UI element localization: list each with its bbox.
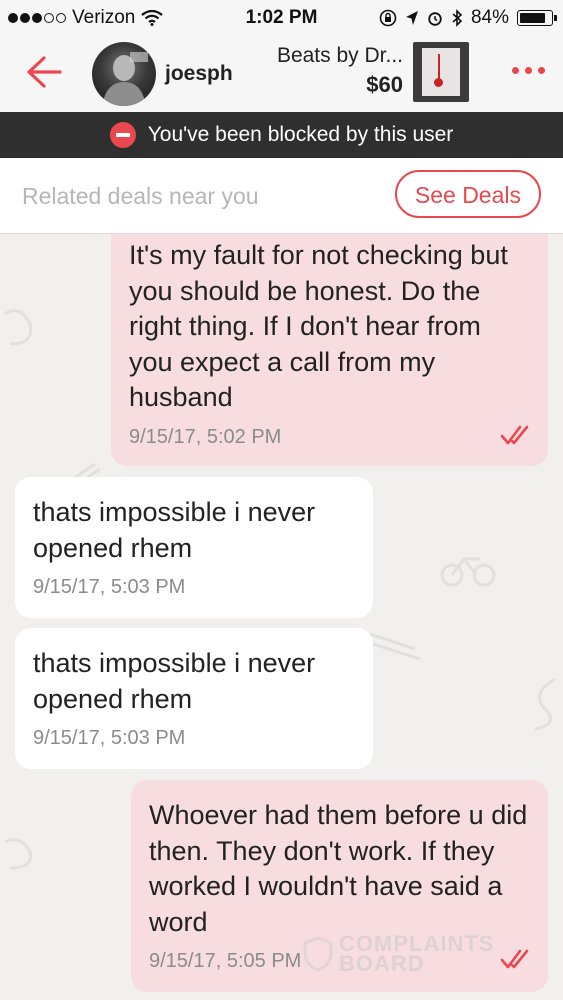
received-message[interactable]: thats impossible i never opened rhem 9/1… — [15, 477, 373, 618]
read-receipt-icon — [500, 949, 529, 969]
username[interactable]: joesph — [165, 62, 233, 86]
message-timestamp: 9/15/17, 5:03 PM — [33, 727, 186, 749]
background-doodle-icon — [4, 309, 33, 346]
location-arrow-icon — [405, 11, 418, 25]
battery-icon — [517, 10, 557, 26]
message-text: It's my fault for not checking but you s… — [129, 240, 508, 412]
more-options-icon[interactable] — [512, 67, 545, 74]
battery-percent: 84% — [470, 7, 509, 28]
message-timestamp: 9/15/17, 5:03 PM — [33, 576, 186, 598]
back-arrow-icon[interactable] — [24, 54, 64, 90]
message-list[interactable]: It's my fault for not checking but you s… — [0, 234, 563, 1000]
watermark-line2: BOARD — [339, 951, 425, 976]
bicycle-doodle-icon — [440, 556, 496, 587]
bluetooth-icon — [452, 9, 463, 27]
user-photo — [102, 52, 148, 106]
related-deals-text: Related deals near you — [22, 183, 259, 209]
see-deals-button[interactable]: See Deals — [394, 170, 541, 218]
watermark-logo: COMPLAINTS BOARD — [303, 933, 494, 976]
message-timestamp: 9/15/17, 5:05 PM — [149, 950, 302, 972]
listing-title[interactable]: Beats by Dr... — [277, 44, 403, 68]
listing-thumbnail[interactable] — [413, 42, 469, 102]
shield-icon — [303, 936, 333, 972]
alarm-icon — [428, 12, 442, 26]
received-message[interactable]: thats impossible i never opened rhem 9/1… — [15, 628, 373, 769]
listing-price: $60 — [366, 72, 403, 97]
message-text: thats impossible i never opened rhem — [33, 497, 316, 563]
blocked-banner: You've been blocked by this user — [0, 112, 563, 158]
blocked-icon — [109, 122, 136, 148]
chat-header: joesph Beats by Dr... $60 — [0, 36, 563, 112]
background-doodle-icon — [369, 632, 421, 661]
sent-message[interactable]: It's my fault for not checking but you s… — [111, 234, 548, 466]
related-deals-bar: Related deals near you See Deals — [0, 158, 563, 234]
message-timestamp: 9/15/17, 5:02 PM — [129, 425, 282, 448]
message-text: thats impossible i never opened rhem — [33, 648, 316, 714]
message-text: Whoever had them before u did then. They… — [149, 800, 528, 937]
background-doodle-icon — [4, 838, 33, 870]
read-receipt-icon — [500, 425, 529, 444]
status-bar: Verizon 1:02 PM 84% — [0, 0, 563, 36]
blocked-text: You've been blocked by this user — [147, 123, 454, 146]
orientation-lock-icon — [379, 9, 397, 27]
avatar[interactable] — [92, 42, 156, 106]
background-doodle-icon — [534, 677, 556, 731]
